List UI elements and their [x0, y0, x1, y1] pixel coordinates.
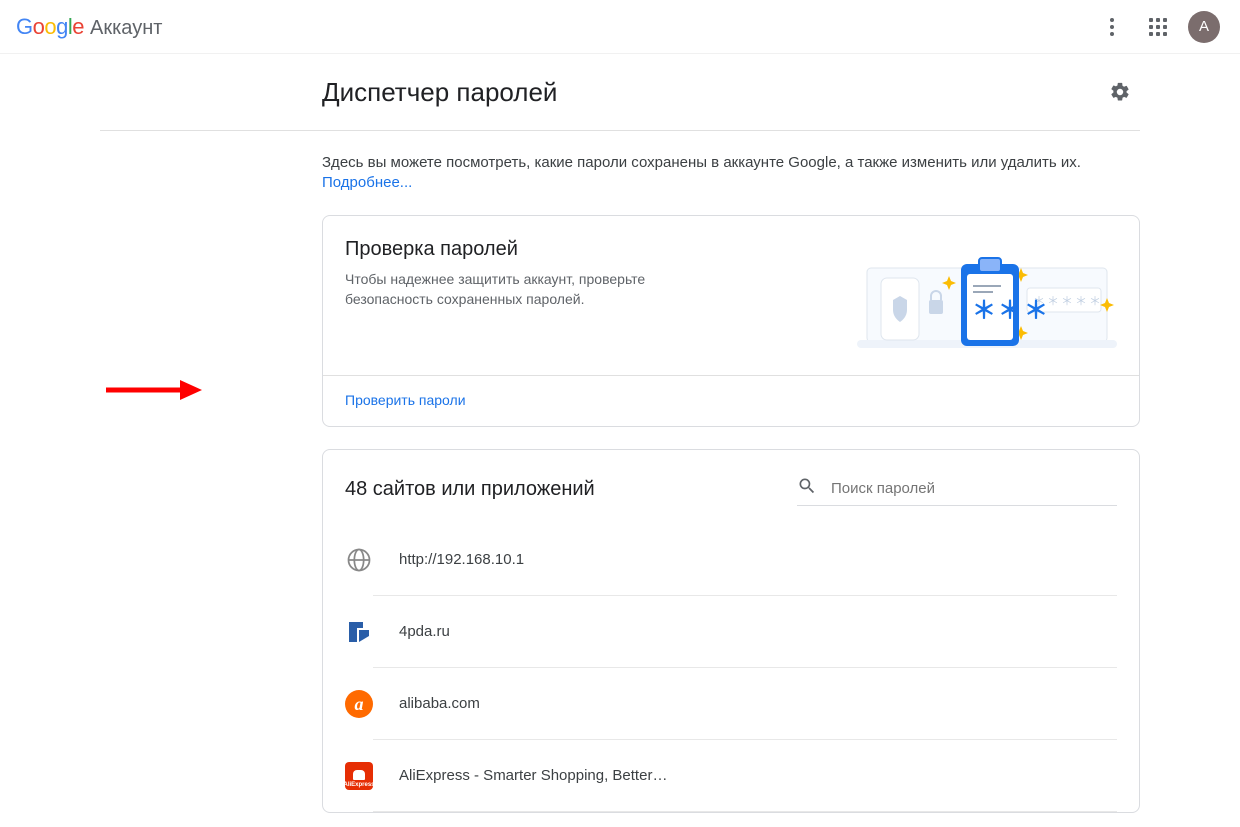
sites-card: 48 сайтов или приложений http://192.168.…	[322, 449, 1140, 813]
gear-icon	[1109, 81, 1131, 103]
profile-button[interactable]: А	[1184, 7, 1224, 47]
card-title: Проверка паролей	[345, 238, 725, 261]
sites-title: 48 сайтов или приложений	[345, 478, 781, 501]
card-footer: Проверить пароли	[323, 376, 1139, 426]
search-icon	[797, 476, 817, 501]
account-label: Аккаунт	[90, 17, 162, 40]
more-vert-icon	[1110, 18, 1114, 36]
globe-icon	[345, 546, 373, 574]
intro-text: Здесь вы можете посмотреть, какие пароли…	[322, 153, 1140, 193]
top-bar: Google Аккаунт А	[0, 0, 1240, 54]
google-logo: Google	[16, 14, 84, 40]
more-options-button[interactable]	[1092, 7, 1132, 47]
password-checkup-card: Проверка паролей Чтобы надежнее защитить…	[322, 215, 1140, 427]
page-title: Диспетчер паролей	[322, 77, 1100, 108]
logo-group[interactable]: Google Аккаунт	[16, 14, 162, 40]
content: Здесь вы можете посмотреть, какие пароли…	[100, 131, 1140, 813]
site-label: http://192.168.10.1	[373, 524, 1117, 596]
site-label: 4pda.ru	[373, 596, 1117, 668]
site-row[interactable]: AliExpress AliExpress - Smarter Shopping…	[345, 740, 1117, 812]
apps-grid-icon	[1149, 18, 1167, 36]
checkup-illustration: ＊＊＊＊＊ ＊＊＊	[857, 238, 1117, 365]
learn-more-link[interactable]: Подробнее...	[322, 174, 412, 191]
site-row[interactable]: a alibaba.com	[345, 668, 1117, 740]
card-body: Проверка паролей Чтобы надежнее защитить…	[323, 216, 1139, 376]
card-subtitle: Чтобы надежнее защитить аккаунт, проверь…	[345, 269, 725, 309]
page-header: Диспетчер паролей	[100, 54, 1140, 131]
settings-button[interactable]	[1100, 72, 1140, 112]
site-label: AliExpress - Smarter Shopping, Better…	[373, 740, 1117, 812]
check-passwords-link[interactable]: Проверить пароли	[345, 392, 466, 408]
alibaba-icon: a	[345, 690, 373, 718]
password-search[interactable]	[797, 472, 1117, 506]
avatar: А	[1188, 11, 1220, 43]
intro-body: Здесь вы можете посмотреть, какие пароли…	[322, 154, 1081, 171]
site-row[interactable]: http://192.168.10.1	[345, 524, 1117, 596]
search-input[interactable]	[827, 476, 1117, 501]
svg-text:＊＊＊: ＊＊＊	[972, 297, 1050, 324]
google-apps-button[interactable]	[1138, 7, 1178, 47]
card-text: Проверка паролей Чтобы надежнее защитить…	[345, 238, 725, 365]
aliexpress-icon: AliExpress	[345, 762, 373, 790]
site-row[interactable]: 4pda.ru	[345, 596, 1117, 668]
site-label: alibaba.com	[373, 668, 1117, 740]
4pda-icon	[345, 618, 373, 646]
